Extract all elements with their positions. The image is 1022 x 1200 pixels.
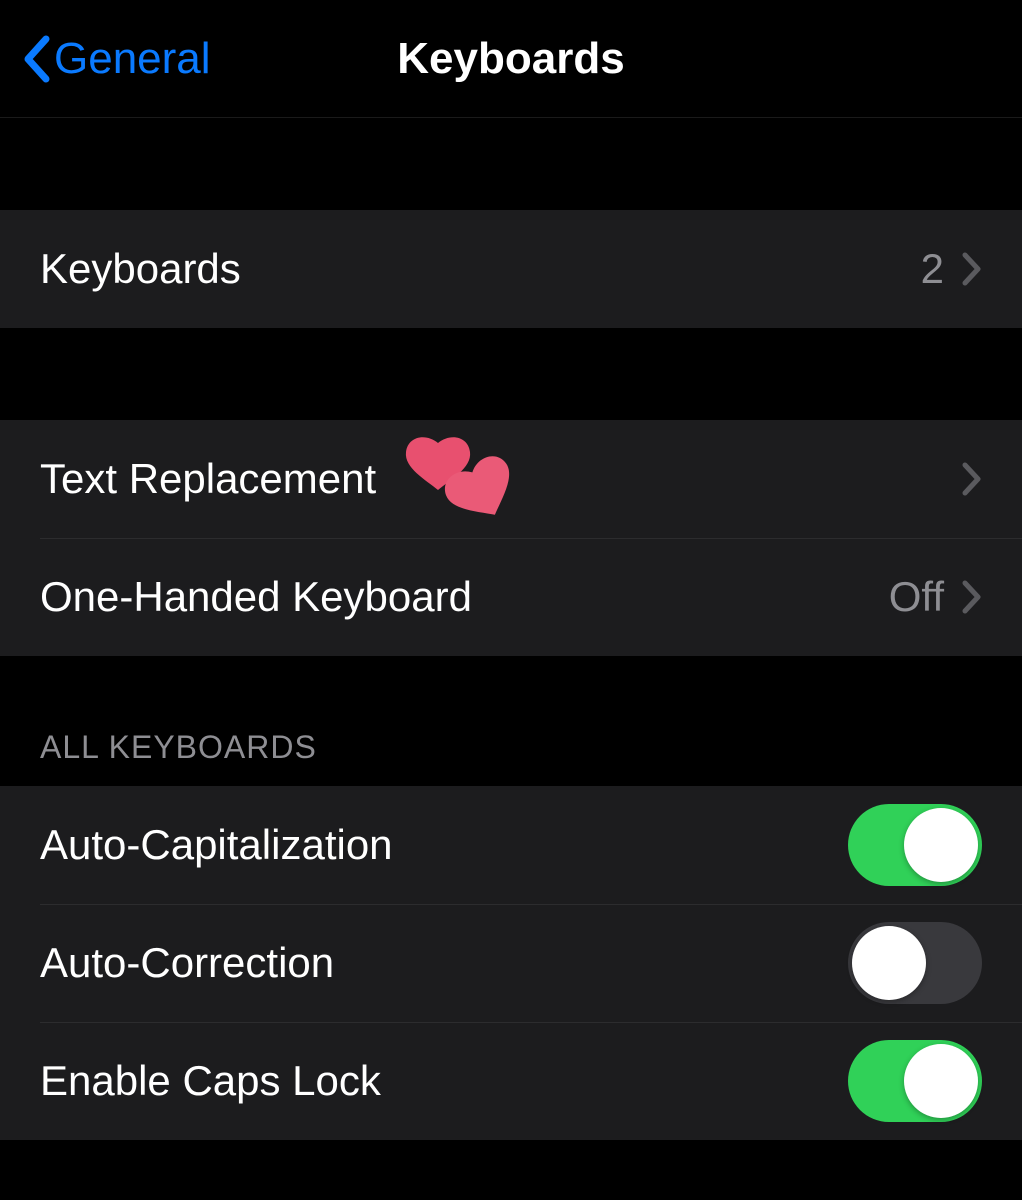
text-group: Text Replacement One-Handed Keyboard Off [0,420,1022,656]
chevron-right-icon [962,580,982,614]
section-spacer [0,328,1022,420]
auto-capitalization-toggle[interactable] [848,804,982,886]
one-handed-label: One-Handed Keyboard [40,573,889,621]
text-replacement-label: Text Replacement [40,455,376,503]
auto-correction-label: Auto-Correction [40,939,848,987]
section-spacer [0,118,1022,210]
toggle-knob [852,926,926,1000]
back-label: General [54,34,211,84]
enable-caps-lock-row: Enable Caps Lock [0,1022,1022,1140]
all-keyboards-group: Auto-Capitalization Auto-Correction Enab… [0,786,1022,1140]
keyboards-row[interactable]: Keyboards 2 [0,210,1022,328]
auto-capitalization-row: Auto-Capitalization [0,786,1022,904]
one-handed-value: Off [889,573,944,621]
toggle-knob [904,808,978,882]
keyboards-count: 2 [921,245,944,293]
text-replacement-row[interactable]: Text Replacement [0,420,1022,538]
section-header-container: ALL KEYBOARDS [0,656,1022,786]
all-keyboards-header: ALL KEYBOARDS [40,729,317,766]
auto-capitalization-label: Auto-Capitalization [40,821,848,869]
two-hearts-icon [388,428,538,518]
auto-correction-row: Auto-Correction [0,904,1022,1022]
auto-correction-toggle[interactable] [848,922,982,1004]
enable-caps-lock-label: Enable Caps Lock [40,1057,848,1105]
back-button[interactable]: General [22,34,211,84]
chevron-left-icon [22,35,50,83]
keyboards-group: Keyboards 2 [0,210,1022,328]
nav-bar: General Keyboards [0,0,1022,118]
chevron-right-icon [962,462,982,496]
page-title: Keyboards [397,34,624,84]
keyboards-label: Keyboards [40,245,921,293]
enable-caps-lock-toggle[interactable] [848,1040,982,1122]
text-replacement-text: Text Replacement [40,455,376,502]
one-handed-keyboard-row[interactable]: One-Handed Keyboard Off [0,538,1022,656]
chevron-right-icon [962,252,982,286]
toggle-knob [904,1044,978,1118]
